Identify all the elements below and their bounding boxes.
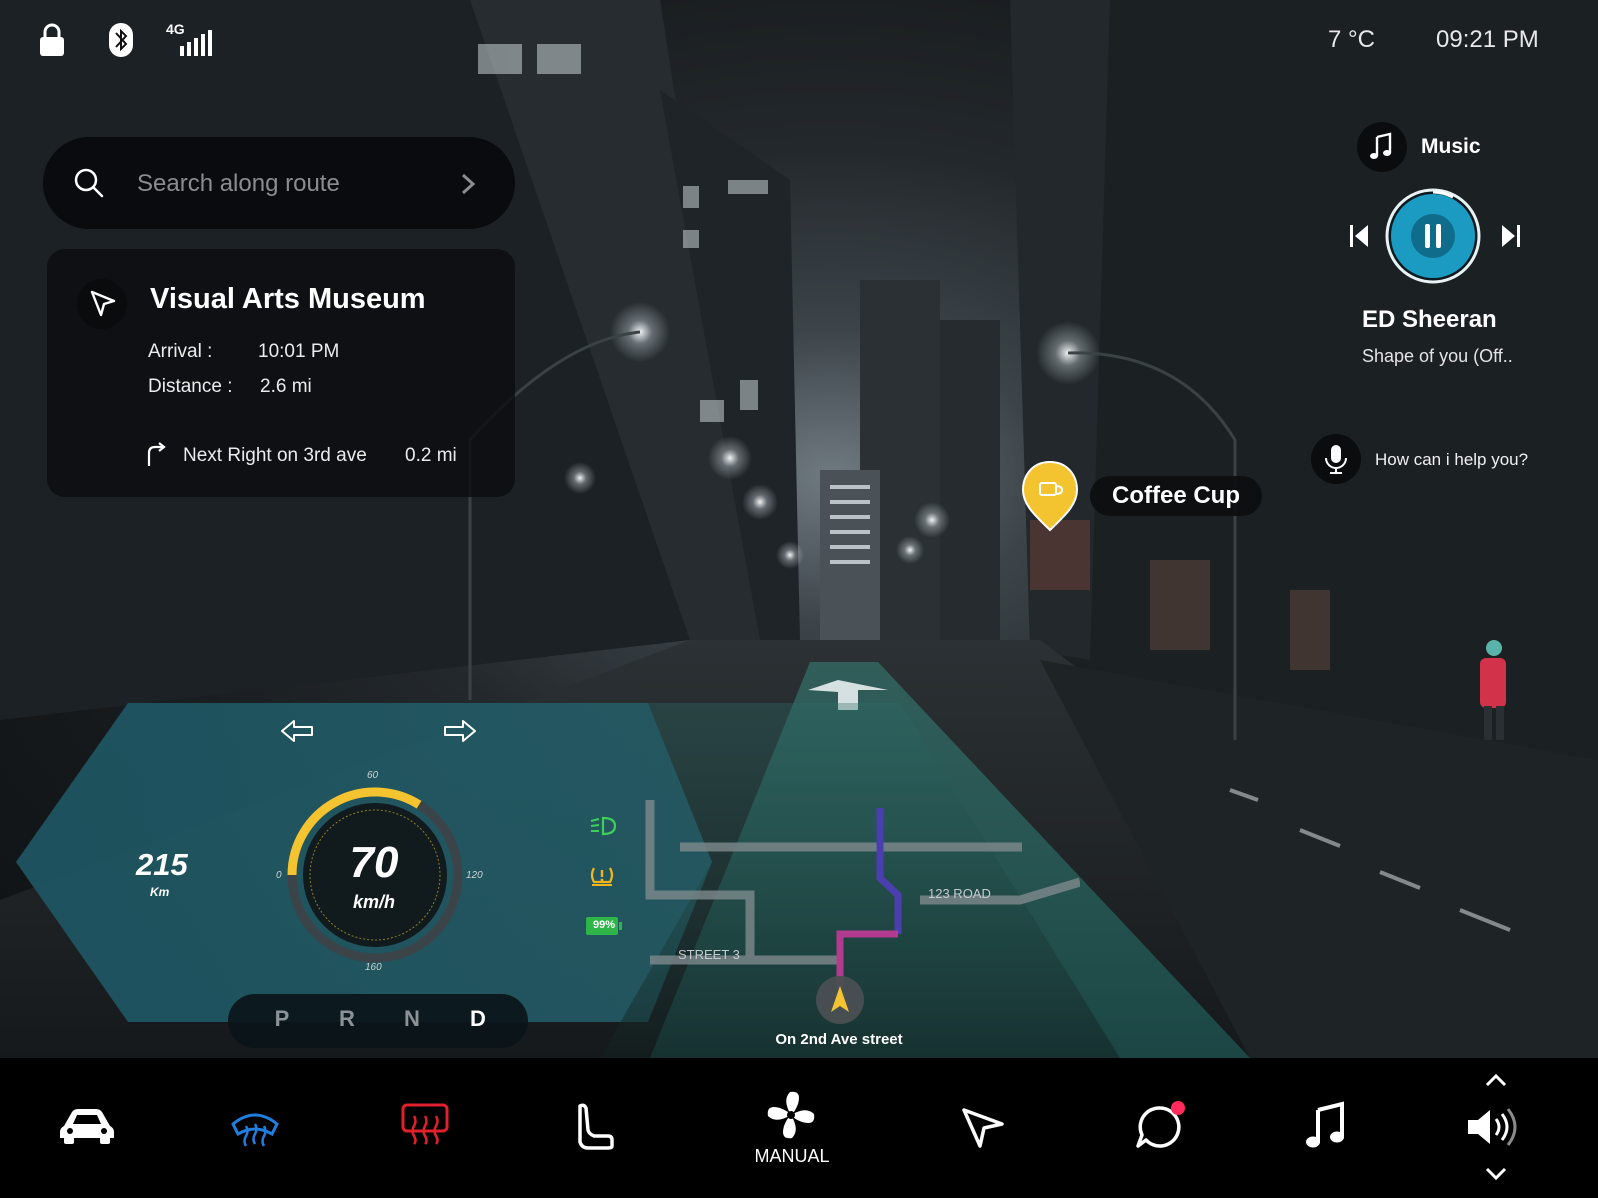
rear-defrost-icon[interactable] bbox=[400, 1102, 450, 1146]
volume-up-chevron-icon[interactable] bbox=[1484, 1072, 1508, 1088]
outside-temperature: 7 °C bbox=[1328, 26, 1375, 53]
next-turn-distance: 0.2 mi bbox=[405, 445, 457, 466]
volume-icon[interactable] bbox=[1464, 1104, 1524, 1150]
destination-card: Visual Arts Museum Arrival : 10:01 PM Di… bbox=[47, 249, 515, 497]
distance-value: 2.6 mi bbox=[260, 376, 312, 397]
seat-icon[interactable] bbox=[574, 1102, 614, 1152]
microphone-icon bbox=[1325, 445, 1347, 474]
pause-icon bbox=[1425, 224, 1430, 248]
album-art-play-pause[interactable] bbox=[1385, 188, 1481, 284]
music-label: Music bbox=[1421, 135, 1481, 158]
gear-selector[interactable]: P R N D bbox=[228, 994, 528, 1048]
track-artist: ED Sheeran bbox=[1362, 306, 1497, 333]
previous-track-icon[interactable] bbox=[1348, 223, 1370, 249]
music-note-icon bbox=[1370, 132, 1392, 159]
chevron-right-icon[interactable] bbox=[460, 173, 476, 195]
clock: 09:21 PM bbox=[1436, 26, 1539, 53]
assistant-prompt[interactable]: How can i help you? bbox=[1375, 450, 1528, 470]
left-turn-signal-icon bbox=[281, 720, 313, 742]
car-icon[interactable] bbox=[58, 1104, 116, 1146]
search-bar[interactable]: Search along route bbox=[43, 137, 515, 229]
fan-icon[interactable] bbox=[764, 1088, 818, 1142]
current-speed: 70 bbox=[349, 838, 399, 887]
turn-right-icon bbox=[147, 442, 166, 466]
speed-tick-0: 0 bbox=[276, 870, 282, 881]
speed-unit: km/h bbox=[352, 892, 395, 912]
bluetooth-icon[interactable] bbox=[108, 22, 134, 58]
speed-tick-160: 160 bbox=[365, 962, 382, 973]
right-turn-signal-icon bbox=[444, 720, 476, 742]
signal-4g-icon: 4G bbox=[166, 21, 212, 56]
chat-notification-badge bbox=[1171, 1101, 1185, 1115]
mini-map[interactable] bbox=[640, 800, 1080, 1060]
current-street: On 2nd Ave street bbox=[775, 1031, 903, 1048]
chat-icon[interactable] bbox=[1134, 1098, 1190, 1150]
odometer-unit: Km bbox=[150, 885, 170, 899]
navigation-icon[interactable] bbox=[960, 1102, 1006, 1148]
fan-mode-label[interactable]: MANUAL bbox=[742, 1146, 842, 1167]
tire-pressure-warning-icon bbox=[590, 867, 614, 886]
odometer-value: 215 bbox=[136, 847, 188, 882]
music-note-icon[interactable] bbox=[1304, 1100, 1346, 1150]
poi-label[interactable]: Coffee Cup bbox=[1090, 476, 1262, 516]
gear-d[interactable]: D bbox=[463, 1006, 493, 1032]
gear-p[interactable]: P bbox=[267, 1006, 297, 1032]
music-button[interactable] bbox=[1357, 122, 1407, 172]
road-label-123: 123 ROAD bbox=[928, 886, 991, 901]
arrival-label: Arrival : bbox=[148, 341, 213, 362]
battery-percent: 99% bbox=[592, 919, 616, 931]
voice-assistant-button[interactable] bbox=[1311, 434, 1361, 484]
gear-n[interactable]: N bbox=[397, 1006, 427, 1032]
speed-tick-60: 60 bbox=[367, 770, 379, 781]
navigate-button[interactable] bbox=[77, 279, 127, 329]
svg-text:4G: 4G bbox=[166, 21, 185, 37]
next-track-icon[interactable] bbox=[1500, 223, 1522, 249]
volume-down-chevron-icon[interactable] bbox=[1484, 1166, 1508, 1182]
search-input[interactable]: Search along route bbox=[137, 170, 340, 198]
front-defrost-icon[interactable] bbox=[230, 1104, 280, 1148]
headlight-icon bbox=[590, 816, 617, 836]
gear-r[interactable]: R bbox=[332, 1006, 362, 1032]
lock-icon bbox=[40, 23, 64, 56]
destination-name: Visual Arts Museum bbox=[150, 283, 426, 315]
track-title: Shape of you (Off.. bbox=[1362, 346, 1513, 366]
speed-tick-120: 120 bbox=[466, 870, 483, 881]
search-icon bbox=[74, 168, 104, 198]
next-turn-instruction: Next Right on 3rd ave bbox=[183, 445, 367, 466]
arrival-time: 10:01 PM bbox=[258, 341, 340, 362]
road-label-street3: STREET 3 bbox=[678, 947, 740, 962]
navigation-arrow-icon bbox=[90, 290, 116, 317]
distance-label: Distance : bbox=[148, 376, 233, 397]
